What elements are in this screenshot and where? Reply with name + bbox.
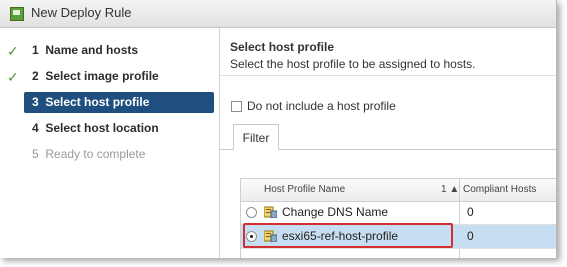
page-description: Select the host profile to be assigned t… (230, 57, 476, 71)
column-header-host-profile-name[interactable]: Host Profile Name (264, 184, 345, 195)
compliant-hosts-count: 0 (467, 229, 474, 243)
step-label: Ready to complete (45, 147, 146, 161)
step-number: 1 (32, 43, 39, 57)
checkmark-icon: ✓ (7, 43, 19, 59)
tab-strip-line (279, 149, 556, 150)
header-divider (220, 75, 556, 76)
step-number: 3 (32, 95, 39, 109)
sort-ascending-icon[interactable]: 1 ▲ (441, 184, 459, 195)
step-ready-to-complete: 5 Ready to complete (24, 144, 214, 165)
step-select-image-profile[interactable]: 2 Select image profile (24, 66, 214, 87)
table-row[interactable]: Change DNS Name 0 (241, 201, 556, 225)
step-number: 5 (32, 147, 39, 161)
step-select-host-profile[interactable]: 3 Select host profile (24, 92, 214, 113)
step-label: Select host location (45, 121, 159, 135)
dialog-window: New Deploy Rule ✓ 1 Name and hosts ✓ 2 S… (0, 0, 557, 258)
no-host-profile-checkbox[interactable] (231, 101, 242, 112)
no-host-profile-label[interactable]: Do not include a host profile (247, 99, 396, 113)
step-label: Select image profile (45, 69, 159, 83)
host-profile-icon (264, 206, 277, 218)
step-label: Name and hosts (45, 43, 139, 57)
title-bar: New Deploy Rule (0, 0, 556, 28)
table-row[interactable]: esxi65-ref-host-profile 0 (241, 223, 556, 249)
row-radio-button[interactable] (246, 207, 257, 218)
tab-strip-line (220, 149, 233, 150)
compliant-hosts-count: 0 (467, 205, 474, 219)
step-name-and-hosts[interactable]: 1 Name and hosts (24, 40, 214, 61)
tab-filter[interactable]: Filter (233, 124, 279, 150)
host-profile-grid: Host Profile Name 1 ▲ Compliant Hosts Ch… (240, 178, 556, 258)
host-profile-name: Change DNS Name (282, 205, 389, 219)
content-pane: Select host profile Select the host prof… (220, 28, 556, 258)
window-title: New Deploy Rule (31, 5, 132, 20)
column-header-compliant-hosts[interactable]: Compliant Hosts (463, 184, 536, 195)
wizard-steps-pane: ✓ 1 Name and hosts ✓ 2 Select image prof… (0, 28, 219, 258)
deploy-rule-icon (10, 7, 24, 21)
grid-header: Host Profile Name 1 ▲ Compliant Hosts (241, 178, 556, 202)
page-title: Select host profile (230, 40, 335, 54)
step-label: Select host profile (45, 95, 150, 109)
selection-highlight-box (243, 223, 453, 248)
checkmark-icon: ✓ (7, 69, 19, 85)
step-number: 2 (32, 69, 39, 83)
step-number: 4 (32, 121, 39, 135)
step-select-host-location[interactable]: 4 Select host location (24, 118, 214, 139)
